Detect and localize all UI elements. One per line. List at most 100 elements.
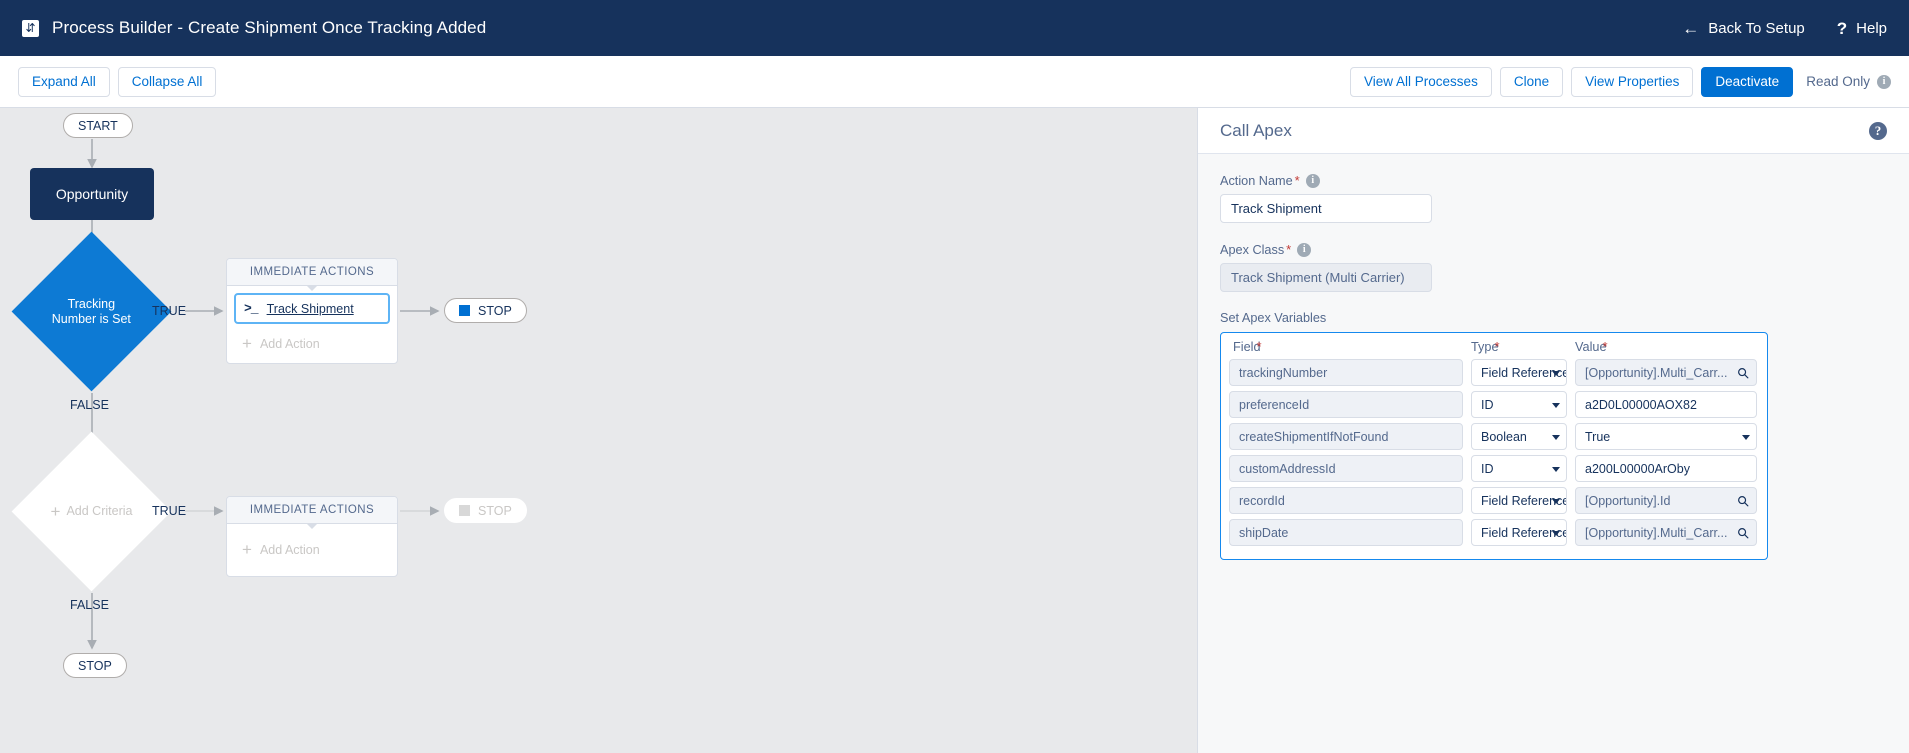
stop-pill-3[interactable]: STOP xyxy=(63,653,127,678)
action-name-input[interactable] xyxy=(1220,194,1432,223)
detail-panel-header: Call Apex ? xyxy=(1198,108,1909,154)
connector-lines xyxy=(87,139,440,650)
clone-button[interactable]: Clone xyxy=(1499,66,1564,97)
add-action-label-1: Add Action xyxy=(259,336,320,351)
object-node-label: Opportunity xyxy=(55,186,129,202)
main-body: START Opportunity Tracking Number is Set … xyxy=(0,108,1909,753)
app-header-right: ← Back To Setup ? Help xyxy=(1682,20,1887,37)
criteria-diamond-empty[interactable]: + Add Criteria xyxy=(11,431,172,592)
stop-node-1[interactable]: STOP xyxy=(444,298,527,323)
variable-value-select-2[interactable]: True xyxy=(1575,423,1757,450)
add-action-button-1[interactable]: + Add Action xyxy=(234,330,390,354)
variable-value-input-3[interactable]: a200L00000ArOby xyxy=(1575,455,1757,482)
apex-class-label-row: Apex Class * i xyxy=(1220,242,1887,257)
add-criteria-label: Add Criteria xyxy=(66,504,133,519)
column-header-type: Type * xyxy=(1471,339,1500,354)
variable-type-select-0[interactable]: Field Reference xyxy=(1471,359,1567,386)
immediate-actions-box-2: IMMEDIATE ACTIONS + Add Action xyxy=(226,496,398,577)
criteria-node-tracking-number-is-set[interactable]: Tracking Number is Set xyxy=(11,231,172,392)
immediate-actions-group-1: IMMEDIATE ACTIONS >_ Track Shipment + Ad… xyxy=(226,258,398,404)
variable-type-select-3[interactable]: ID xyxy=(1471,455,1567,482)
immediate-actions-box-1: IMMEDIATE ACTIONS >_ Track Shipment + Ad… xyxy=(226,258,398,364)
view-properties-button[interactable]: View Properties xyxy=(1571,66,1694,97)
apex-class-input[interactable] xyxy=(1220,263,1432,292)
object-node-opportunity[interactable]: Opportunity xyxy=(30,168,154,220)
toolbar: Expand All Collapse All View All Process… xyxy=(0,56,1909,108)
detail-panel-body: Action Name * i Apex Class * i Set Apex … xyxy=(1198,154,1909,560)
stop-pill-1[interactable]: STOP xyxy=(444,298,527,323)
start-label: START xyxy=(78,118,118,133)
apex-variables-table: Field * Type * Value * trackingNumber Field … xyxy=(1220,332,1768,560)
variable-value-input-4[interactable]: [Opportunity].Id xyxy=(1575,487,1757,514)
search-icon[interactable] xyxy=(1737,527,1749,539)
help-icon[interactable]: ? xyxy=(1869,121,1887,140)
chevron-down-icon xyxy=(1552,434,1560,440)
back-to-setup-link[interactable]: ← Back To Setup xyxy=(1682,20,1804,37)
help-link[interactable]: ? Help xyxy=(1837,20,1887,37)
start-pill[interactable]: START xyxy=(63,113,133,138)
variable-field-input-0[interactable]: trackingNumber xyxy=(1229,359,1463,386)
branch-label-false-1: FALSE xyxy=(70,398,109,412)
apex-class-label: Apex Class xyxy=(1220,242,1285,257)
immediate-actions-body-1: >_ Track Shipment + Add Action xyxy=(227,286,397,363)
criteria-diamond-filled[interactable]: Tracking Number is Set xyxy=(11,231,172,392)
stop-label-1: STOP xyxy=(478,303,512,318)
deactivate-button[interactable]: Deactivate xyxy=(1701,66,1794,97)
immediate-actions-header-1: IMMEDIATE ACTIONS xyxy=(227,259,397,291)
chevron-down-icon xyxy=(1552,530,1560,536)
plus-icon: + xyxy=(242,540,252,559)
view-all-processes-button[interactable]: View All Processes xyxy=(1350,66,1492,97)
page-title: Process Builder - Create Shipment Once T… xyxy=(52,18,487,37)
start-node[interactable]: START xyxy=(63,113,133,138)
info-icon[interactable]: i xyxy=(1877,74,1891,89)
search-icon[interactable] xyxy=(1737,495,1749,507)
variable-type-select-5[interactable]: Field Reference xyxy=(1471,519,1567,546)
variable-type-select-1[interactable]: ID xyxy=(1471,391,1567,418)
action-item-label: Track Shipment xyxy=(266,301,354,316)
action-name-label: Action Name xyxy=(1220,173,1293,188)
toolbar-left-group: Expand All Collapse All xyxy=(18,66,217,97)
add-action-label-2: Add Action xyxy=(259,542,320,557)
column-header-field: Field * xyxy=(1233,339,1262,354)
object-node-box[interactable]: Opportunity xyxy=(30,168,154,220)
immediate-actions-group-2: IMMEDIATE ACTIONS + Add Action xyxy=(226,496,398,577)
criteria-label: Tracking Number is Set xyxy=(51,296,132,326)
stop-label-3: STOP xyxy=(78,658,112,673)
variable-type-select-4[interactable]: Field Reference xyxy=(1471,487,1567,514)
required-marker: * xyxy=(1602,339,1608,354)
action-item-track-shipment[interactable]: >_ Track Shipment xyxy=(234,293,390,324)
plus-icon: + xyxy=(242,334,252,353)
back-to-setup-label: Back To Setup xyxy=(1708,19,1805,37)
process-canvas: START Opportunity Tracking Number is Set … xyxy=(0,108,1197,753)
criteria-node-add-criteria[interactable]: + Add Criteria xyxy=(11,431,172,592)
variable-field-input-4[interactable]: recordId xyxy=(1229,487,1463,514)
read-only-status: Read Only i xyxy=(1806,74,1891,89)
variable-value-input-0[interactable]: [Opportunity].Multi_Carr... xyxy=(1575,359,1757,386)
stop-pill-2: STOP xyxy=(444,498,527,523)
table-row: preferenceId ID a2D0L00000AOX82 xyxy=(1229,391,1759,418)
table-row: trackingNumber Field Reference [Opportunit… xyxy=(1229,359,1759,386)
search-icon[interactable] xyxy=(1737,367,1749,379)
add-action-button-2[interactable]: + Add Action xyxy=(234,531,390,567)
question-mark-icon: ? xyxy=(1836,18,1848,38)
chevron-down-icon xyxy=(1742,434,1750,440)
table-row: recordId Field Reference [Opportunity].Id xyxy=(1229,487,1759,514)
stop-square-icon-1 xyxy=(459,305,470,316)
read-only-label: Read Only xyxy=(1806,74,1870,89)
plus-icon: + xyxy=(50,502,61,521)
variable-field-input-1[interactable]: preferenceId xyxy=(1229,391,1463,418)
chevron-down-icon xyxy=(1552,370,1560,376)
collapse-all-button[interactable]: Collapse All xyxy=(117,66,217,97)
column-header-value: Value * xyxy=(1575,339,1608,354)
expand-all-button[interactable]: Expand All xyxy=(18,66,110,97)
stop-node-3[interactable]: STOP xyxy=(63,653,127,678)
variable-type-select-2[interactable]: Boolean xyxy=(1471,423,1567,450)
variable-field-input-2[interactable]: createShipmentIfNotFound xyxy=(1229,423,1463,450)
variable-value-input-1[interactable]: a2D0L00000AOX82 xyxy=(1575,391,1757,418)
info-icon[interactable]: i xyxy=(1305,173,1320,188)
info-icon[interactable]: i xyxy=(1297,242,1312,257)
branch-label-true-2: TRUE xyxy=(152,504,187,518)
variable-field-input-5[interactable]: shipDate xyxy=(1229,519,1463,546)
variable-field-input-3[interactable]: customAddressId xyxy=(1229,455,1463,482)
variable-value-input-5[interactable]: [Opportunity].Multi_Carr... xyxy=(1575,519,1757,546)
